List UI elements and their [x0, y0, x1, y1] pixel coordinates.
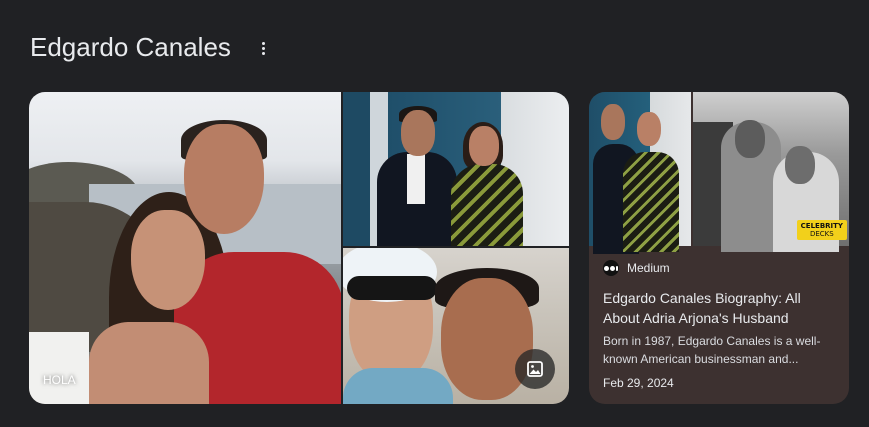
page-title: Edgardo Canales — [30, 32, 231, 62]
celebrity-decks-badge: CELEBRITY DECKS — [796, 220, 847, 240]
image-icon[interactable] — [515, 349, 555, 389]
medium-logo-icon — [603, 260, 619, 276]
article-date: Feb 29, 2024 — [603, 376, 674, 390]
article-snippet: Born in 1987, Edgardo Canales is a well-… — [603, 334, 821, 366]
photo-couple-coast[interactable]: HOLA — [29, 92, 341, 404]
article-title[interactable]: Edgardo Canales Biography: All About Adr… — [603, 288, 839, 328]
article-thumbnail: CELEBRITY DECKS — [589, 92, 849, 254]
article-card[interactable]: CELEBRITY DECKS Medium Edgardo Canales B… — [589, 92, 849, 404]
article-source: Medium — [603, 260, 839, 276]
more-vertical-icon[interactable] — [256, 36, 270, 60]
source-name: Medium — [627, 261, 670, 275]
photo-couple-red-carpet[interactable] — [343, 92, 569, 246]
image-gallery: HOLA — [29, 92, 569, 404]
photo-source-label: HOLA — [43, 373, 76, 387]
